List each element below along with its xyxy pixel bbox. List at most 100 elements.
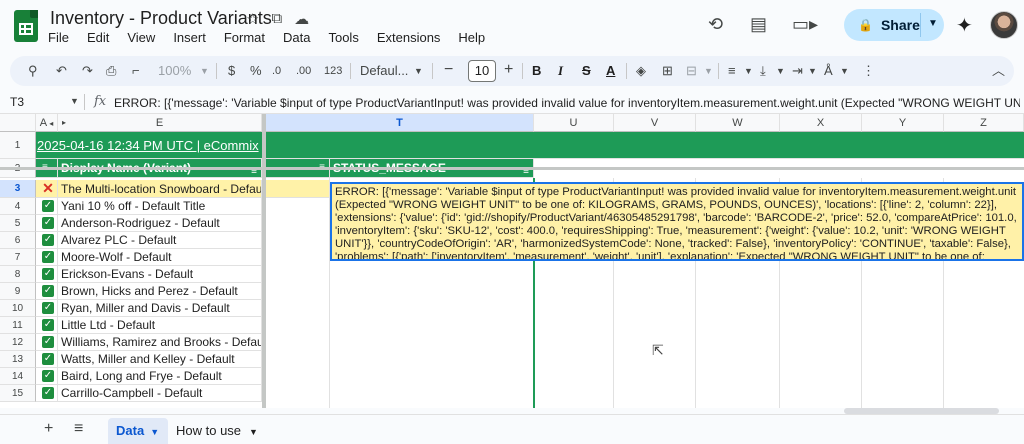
align-caret-icon[interactable]: ▼ — [744, 62, 753, 80]
filter-icon[interactable]: ≡ — [251, 162, 257, 177]
menu-insert[interactable]: Insert — [171, 30, 208, 45]
row-header[interactable]: 4 — [0, 198, 36, 215]
checkbox-checked-icon[interactable]: ✓ — [42, 386, 54, 399]
zoom-caret-icon[interactable]: ▼ — [200, 62, 209, 80]
cloud-status-icon[interactable]: ☁ — [294, 10, 309, 28]
row-header[interactable]: 12 — [0, 334, 36, 351]
star-icon[interactable]: ☆ — [246, 10, 259, 28]
table-row[interactable]: Erickson-Evans - Default — [58, 266, 262, 283]
status-cell[interactable]: ✓ — [36, 385, 58, 402]
paint-format-icon[interactable]: ⌐ — [132, 62, 140, 80]
increase-decimal-button[interactable]: .00 — [296, 62, 311, 80]
menu-format[interactable]: Format — [222, 30, 267, 45]
column-header-w[interactable]: W — [696, 114, 780, 132]
column-header-t[interactable]: T — [266, 114, 534, 132]
checkbox-checked-icon[interactable]: ✓ — [42, 216, 54, 229]
print-icon[interactable]: ⎙ — [106, 62, 116, 80]
status-cell[interactable]: ✓ — [36, 232, 58, 249]
all-sheets-icon[interactable]: ≡ — [74, 420, 83, 438]
number-format-button[interactable]: 123 — [324, 62, 342, 80]
font-size-decrease-button[interactable]: − — [444, 61, 453, 79]
sheet-tab-how-to-use[interactable]: How to use ▼ — [176, 418, 258, 444]
sheet-tab-data[interactable]: Data ▼ — [108, 418, 168, 444]
row-header[interactable]: 14 — [0, 368, 36, 385]
text-rotation-icon[interactable]: Å — [824, 62, 833, 80]
decrease-decimal-button[interactable]: .0 — [272, 62, 281, 80]
checkbox-checked-icon[interactable]: ✓ — [42, 199, 54, 212]
row-header[interactable]: 1 — [0, 132, 36, 159]
name-box[interactable]: T3 — [10, 95, 24, 109]
bold-button[interactable]: B — [532, 62, 541, 80]
frozen-row-divider[interactable] — [0, 167, 1024, 170]
comments-icon[interactable]: ▤ — [750, 14, 767, 35]
status-cell[interactable]: ✓ — [36, 215, 58, 232]
checkbox-checked-icon[interactable]: ✓ — [42, 267, 54, 280]
checkbox-checked-icon[interactable]: ✓ — [42, 352, 54, 365]
status-cell[interactable]: ✓ — [36, 266, 58, 283]
table-row[interactable]: Moore-Wolf - Default — [58, 249, 262, 266]
status-cell[interactable]: ✓ — [36, 334, 58, 351]
merge-cells-icon[interactable]: ⊟ — [686, 62, 697, 80]
undo-icon[interactable]: ↶ — [56, 62, 67, 80]
percent-button[interactable]: % — [250, 62, 262, 80]
checkbox-checked-icon[interactable]: ✓ — [42, 250, 54, 263]
row-header[interactable]: 9 — [0, 283, 36, 300]
sheet-tab-caret-icon[interactable]: ▼ — [249, 427, 258, 437]
fill-color-icon[interactable]: ◈ — [636, 62, 646, 80]
formula-input[interactable]: ERROR: [{'message': 'Variable $input of … — [114, 96, 1020, 110]
row-header[interactable]: 10 — [0, 300, 36, 317]
align-vertical-icon[interactable]: ⤓ — [760, 62, 766, 80]
filter-icon[interactable]: ≡ — [523, 162, 529, 177]
name-box-caret-icon[interactable]: ▼ — [70, 96, 79, 106]
share-button[interactable]: 🔒 Share ▼ — [844, 9, 944, 41]
row-header[interactable]: 7 — [0, 249, 36, 266]
row-header[interactable]: 11 — [0, 317, 36, 334]
checkbox-checked-icon[interactable]: ✓ — [42, 284, 54, 297]
history-icon[interactable]: ⟲ — [708, 14, 723, 35]
move-folder-icon[interactable]: ⧉ — [271, 10, 282, 28]
column-header-a[interactable]: A ◂ — [36, 114, 58, 132]
table-row[interactable]: Carrillo-Campbell - Default — [58, 385, 262, 402]
banner-timestamp-link[interactable]: 2025-04-16 12:34 PM UTC | eCommix — [36, 132, 264, 159]
table-row[interactable]: Yani 10 % off - Default Title — [58, 198, 262, 215]
column-header-u[interactable]: U — [534, 114, 614, 132]
text-wrap-icon[interactable]: ⇥ — [792, 62, 803, 80]
row-header[interactable]: 15 — [0, 385, 36, 402]
wrap-caret-icon[interactable]: ▼ — [808, 62, 817, 80]
collapse-toolbar-icon[interactable]: ︿ — [992, 62, 1005, 80]
gemini-icon[interactable]: ✦ — [956, 13, 973, 38]
row-header[interactable]: 8 — [0, 266, 36, 283]
status-cell[interactable]: ✓ — [36, 198, 58, 215]
checkbox-checked-icon[interactable]: ✓ — [42, 369, 54, 382]
status-cell[interactable]: ✕ — [36, 180, 58, 198]
table-row[interactable]: Ryan, Miller and Davis - Default — [58, 300, 262, 317]
redo-icon[interactable]: ↷ — [82, 62, 93, 80]
column-header-e[interactable]: ▸ E — [58, 114, 262, 132]
column-header-x[interactable]: X — [780, 114, 862, 132]
menu-edit[interactable]: Edit — [85, 30, 111, 45]
sheet-tab-caret-icon[interactable]: ▼ — [150, 427, 159, 437]
frozen-column-divider[interactable] — [262, 114, 266, 408]
font-select[interactable]: Defaul... — [360, 62, 408, 80]
menu-data[interactable]: Data — [281, 30, 312, 45]
status-cell[interactable]: ✓ — [36, 300, 58, 317]
zoom-select[interactable]: 100% — [158, 62, 191, 80]
status-cell[interactable]: ✓ — [36, 317, 58, 334]
row-header[interactable]: 13 — [0, 351, 36, 368]
align-horizontal-icon[interactable]: ≡ — [728, 62, 736, 80]
row-header[interactable]: 5 — [0, 215, 36, 232]
column-header-z[interactable]: Z — [944, 114, 1024, 132]
table-row[interactable]: Alvarez PLC - Default — [58, 232, 262, 249]
status-cell[interactable]: ✓ — [36, 368, 58, 385]
selected-cell-t3-error[interactable]: ERROR: [{'message': 'Variable $input of … — [330, 182, 1024, 261]
currency-button[interactable]: $ — [228, 62, 235, 80]
table-cell[interactable] — [266, 180, 330, 198]
select-all-corner[interactable] — [0, 114, 36, 132]
italic-button[interactable]: I — [558, 62, 563, 80]
checkbox-checked-icon[interactable]: ✓ — [42, 301, 54, 314]
font-size-input[interactable]: 10 — [468, 60, 496, 82]
strikethrough-button[interactable]: S — [582, 62, 591, 80]
font-size-increase-button[interactable]: + — [504, 61, 513, 79]
checkbox-checked-icon[interactable]: ✓ — [42, 233, 54, 246]
row-header[interactable]: 3 — [0, 180, 36, 198]
